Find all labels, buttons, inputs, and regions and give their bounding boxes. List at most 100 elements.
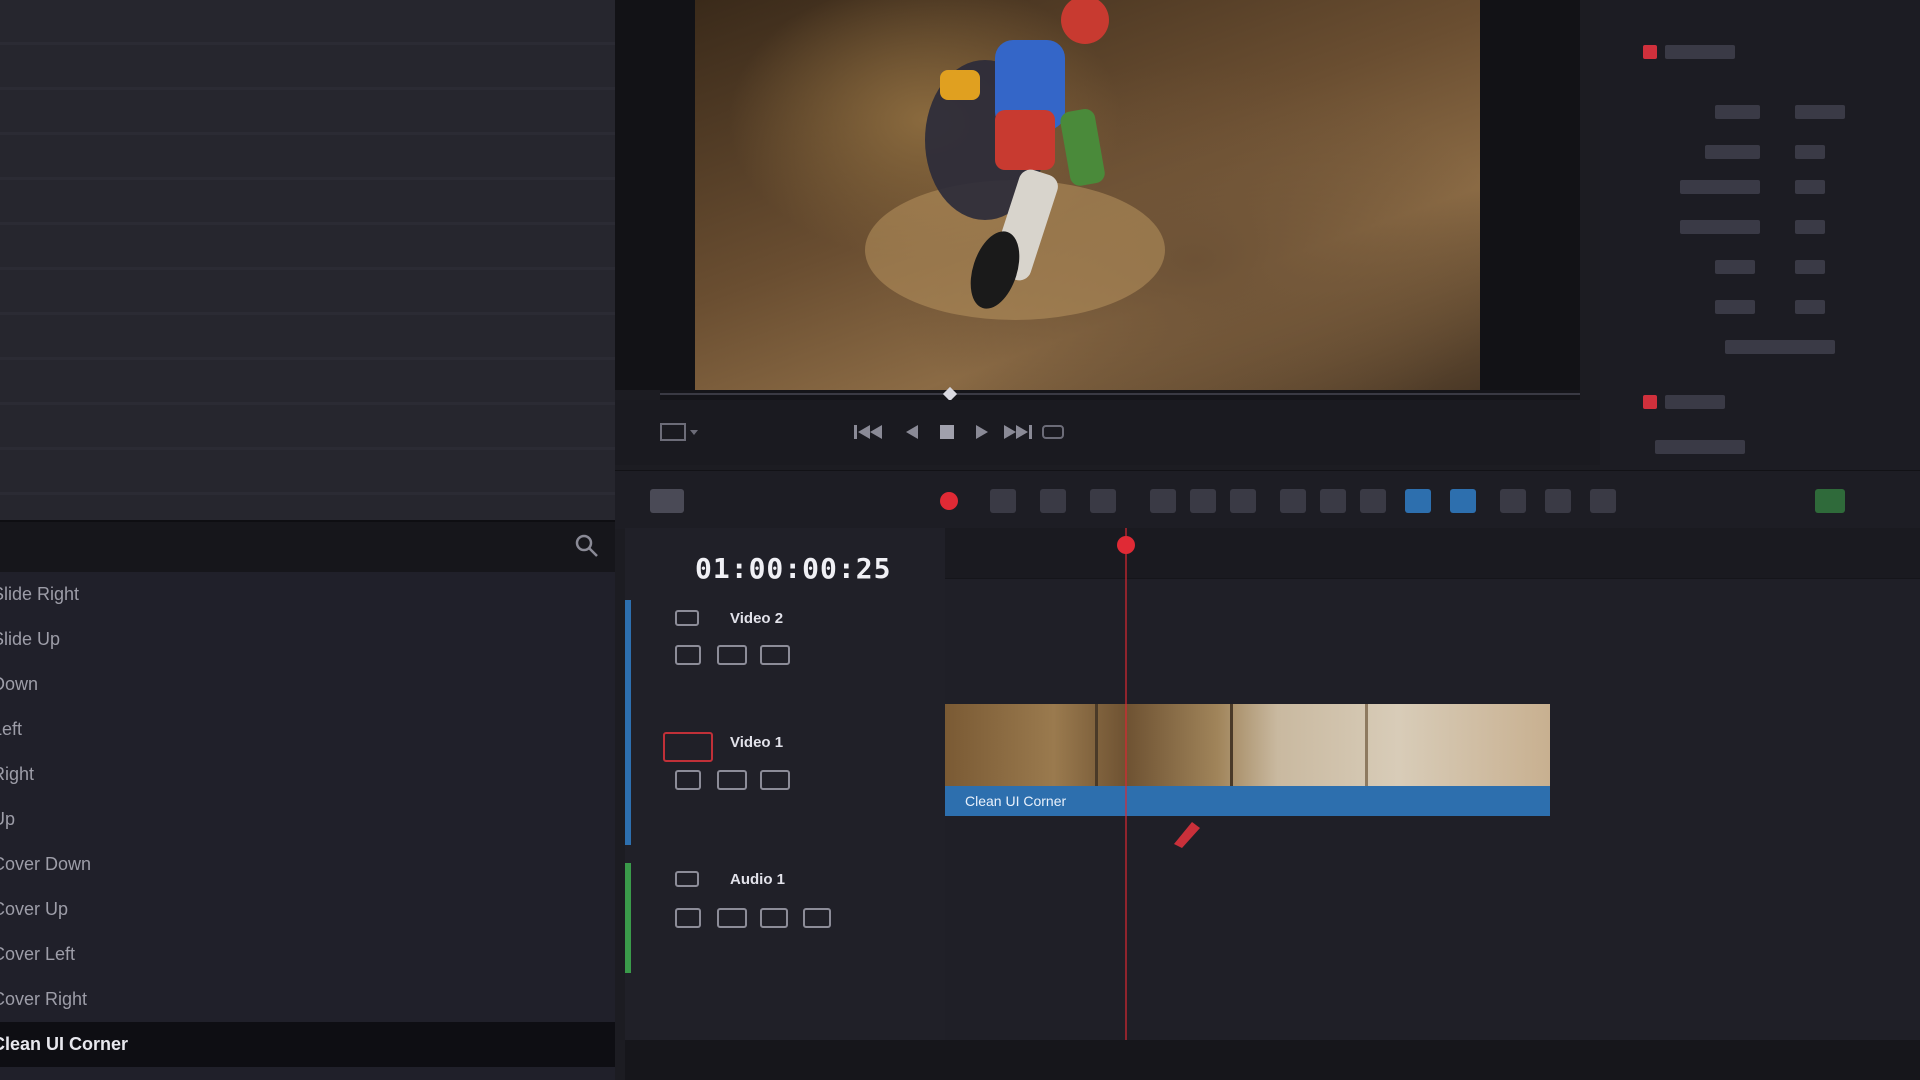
enable-track-icon[interactable] [760,645,790,665]
snapping-icon[interactable] [1280,489,1306,513]
timeline-ruler[interactable] [945,528,1920,579]
auto-select-icon[interactable] [717,645,747,665]
play-reverse-icon[interactable] [900,420,924,444]
audio-track-icon [675,871,699,887]
inspector-field[interactable] [1795,180,1825,194]
timeline-area[interactable]: Clean UI Corner [945,528,1920,1080]
zoom-icon[interactable] [1545,489,1571,513]
zoom-out-icon[interactable] [1500,489,1526,513]
track-name: Video 2 [730,610,784,627]
effects-library-upper [0,0,615,520]
lock-icon[interactable] [675,908,701,928]
play-icon[interactable] [970,420,994,444]
position-lock-icon[interactable] [1360,489,1386,513]
effect-item-selected[interactable]: Clean UI Corner [0,1022,615,1067]
effect-item[interactable]: Slide Right [0,572,615,617]
link-icon[interactable] [1320,489,1346,513]
inspector-field[interactable] [1795,145,1825,159]
insert-clip-icon[interactable] [1150,489,1176,513]
effect-item[interactable]: Slide Up [0,617,615,662]
timecode-display: 01:00:00:25 [695,552,892,585]
effect-item[interactable]: Right [0,752,615,797]
motocross-rider-image [865,0,1165,320]
inspector-section-marker [1643,45,1657,59]
effect-item[interactable]: Cover Left [0,932,615,977]
thumbnail-divider [1365,704,1368,786]
inspector-field[interactable] [1715,105,1760,119]
inspector-field[interactable] [1715,260,1755,274]
inspector-section-header[interactable] [1665,45,1735,59]
track-header-video-1: Video 1 [625,720,945,845]
skip-to-end-icon[interactable] [1000,420,1036,444]
inspector-panel [1600,0,1920,470]
effect-item[interactable]: Down [0,662,615,707]
auto-select-icon[interactable] [717,908,747,928]
inspector-field[interactable] [1795,260,1825,274]
overwrite-clip-icon[interactable] [1190,489,1216,513]
timeline-toolbar [615,470,1920,529]
scrubber-head[interactable] [942,386,958,402]
effect-item[interactable]: Left [0,707,615,752]
track-color-bar [625,863,631,973]
timeline-view-options-icon[interactable] [650,489,684,513]
audio-meter-icon[interactable] [1815,489,1845,513]
track-name: Audio 1 [730,871,785,888]
loop-icon[interactable] [1040,420,1066,444]
destination-control-icon[interactable] [663,732,713,762]
inspector-field[interactable] [1725,340,1835,354]
zoom-in-icon[interactable] [1590,489,1616,513]
track-header-audio-1: Audio 1 [625,863,945,973]
track-header-video-2: Video 2 [625,600,945,720]
viewer-layout-icon[interactable] [660,420,700,444]
playhead-line[interactable] [1125,528,1127,1080]
viewer-panel [615,0,1580,390]
effects-list: Slide Right Slide Up Down Left Right Up … [0,572,615,1080]
bottom-bar [625,1040,1920,1080]
stop-icon[interactable] [935,420,959,444]
transition-marker-icon[interactable] [1170,818,1210,848]
inspector-section-marker [1643,395,1657,409]
inspector-section-header[interactable] [1665,395,1725,409]
inspector-field[interactable] [1795,105,1845,119]
inspector-field[interactable] [1715,300,1755,314]
video-preview [695,0,1480,390]
thumbnail-divider [1230,704,1233,786]
scrubber-track[interactable] [660,393,1580,395]
inspector-field[interactable] [1705,145,1760,159]
lock-icon[interactable] [675,770,701,790]
lock-icon[interactable] [675,645,701,665]
blade-tool-icon[interactable] [1090,489,1116,513]
mute-icon[interactable] [803,908,831,928]
inspector-field[interactable] [1680,220,1760,234]
video-clip[interactable] [945,704,1550,786]
effect-item[interactable]: Up [0,797,615,842]
inspector-field[interactable] [1795,300,1825,314]
effect-item[interactable]: Cover Down [0,842,615,887]
track-headers: 01:00:00:25 Video 2 Video 1 Audio 1 [625,528,945,1080]
track-name: Video 1 [730,734,784,751]
effects-search-bar[interactable] [0,520,615,572]
flag-icon[interactable] [1405,489,1431,513]
inspector-field[interactable] [1795,220,1825,234]
playhead-handle[interactable] [1117,536,1135,554]
trim-tool-icon[interactable] [1040,489,1066,513]
auto-select-icon[interactable] [717,770,747,790]
solo-icon[interactable] [760,908,788,928]
track-color-bar [625,720,631,845]
clip-label[interactable]: Clean UI Corner [945,786,1550,816]
marker-icon[interactable] [1450,489,1476,513]
inspector-field[interactable] [1680,180,1760,194]
record-icon[interactable] [940,492,958,510]
effect-item[interactable]: Cover Right [0,977,615,1022]
video-track-icon [675,610,699,626]
effect-item[interactable]: Cover Up [0,887,615,932]
track-color-bar [625,600,631,720]
enable-track-icon[interactable] [760,770,790,790]
thumbnail-divider [1095,704,1098,786]
skip-to-start-icon[interactable] [850,420,886,444]
replace-clip-icon[interactable] [1230,489,1256,513]
selection-tool-icon[interactable] [990,489,1016,513]
search-icon[interactable] [573,532,601,560]
viewer-scrubber[interactable] [660,386,1580,402]
inspector-field[interactable] [1655,440,1745,454]
